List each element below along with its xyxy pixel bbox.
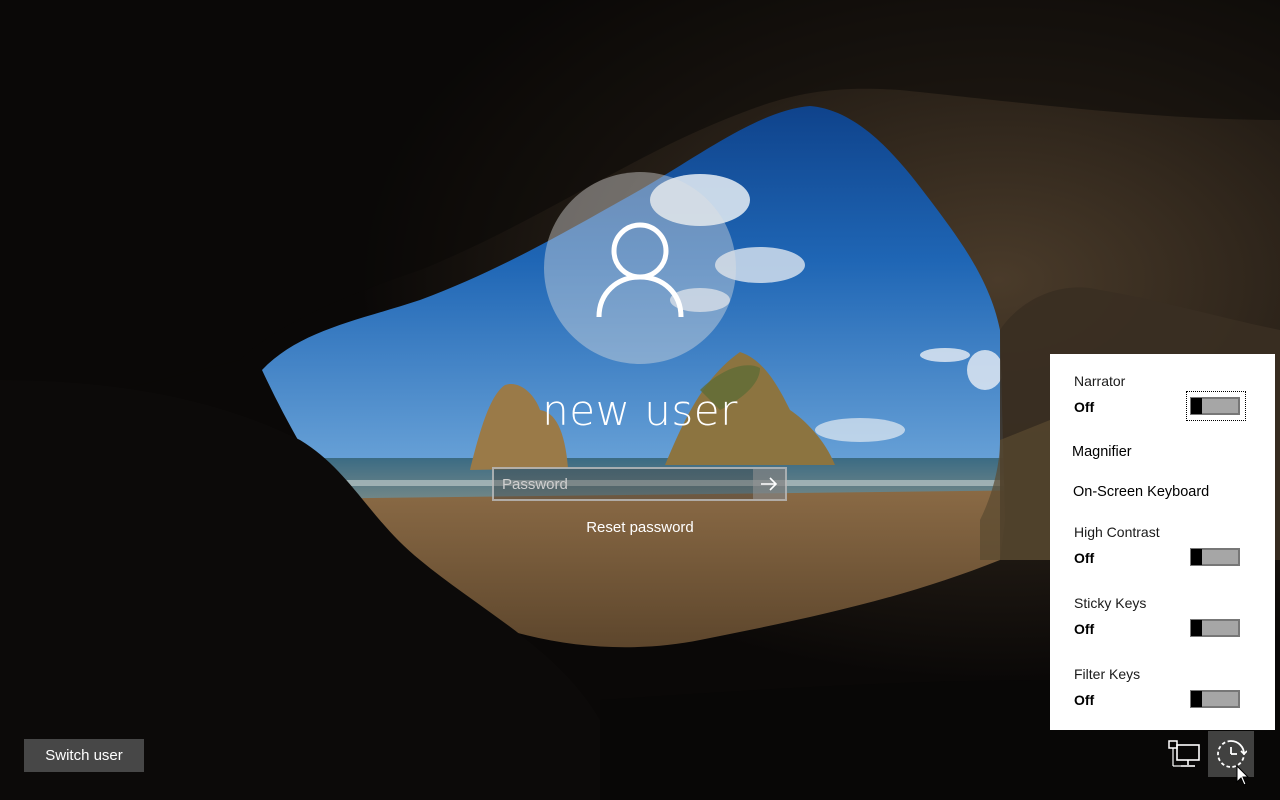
high-contrast-state: Off xyxy=(1074,550,1095,566)
user-avatar xyxy=(544,172,736,364)
narrator-label: Narrator xyxy=(1074,373,1126,389)
high-contrast-toggle[interactable] xyxy=(1190,548,1240,566)
person-icon xyxy=(596,222,684,318)
keyboard-focus-ring xyxy=(1186,391,1246,421)
network-icon xyxy=(1168,740,1200,767)
filter-keys-label: Filter Keys xyxy=(1074,666,1141,682)
network-button[interactable] xyxy=(1161,731,1207,777)
toggle-knob xyxy=(1191,691,1202,707)
password-input[interactable] xyxy=(494,469,753,499)
sticky-keys-state: Off xyxy=(1074,621,1095,637)
on-screen-keyboard-item[interactable]: On-Screen Keyboard xyxy=(1073,484,1209,500)
arrow-right-icon xyxy=(761,477,778,491)
filter-keys-state: Off xyxy=(1074,692,1095,708)
sticky-keys-toggle[interactable] xyxy=(1190,619,1240,637)
switch-user-button[interactable]: Switch user xyxy=(24,739,144,772)
narrator-state: Off xyxy=(1074,399,1095,415)
filter-keys-toggle[interactable] xyxy=(1190,690,1240,708)
submit-button[interactable] xyxy=(753,469,785,499)
toggle-knob xyxy=(1191,549,1202,565)
magnifier-item[interactable]: Magnifier xyxy=(1072,444,1132,460)
sticky-keys-label: Sticky Keys xyxy=(1074,595,1147,611)
high-contrast-label: High Contrast xyxy=(1074,524,1160,540)
mouse-cursor-icon xyxy=(1236,765,1250,786)
password-box xyxy=(492,467,787,501)
toggle-knob xyxy=(1191,620,1202,636)
reset-password-link[interactable]: Reset password xyxy=(540,519,740,536)
username: new user xyxy=(542,386,738,435)
